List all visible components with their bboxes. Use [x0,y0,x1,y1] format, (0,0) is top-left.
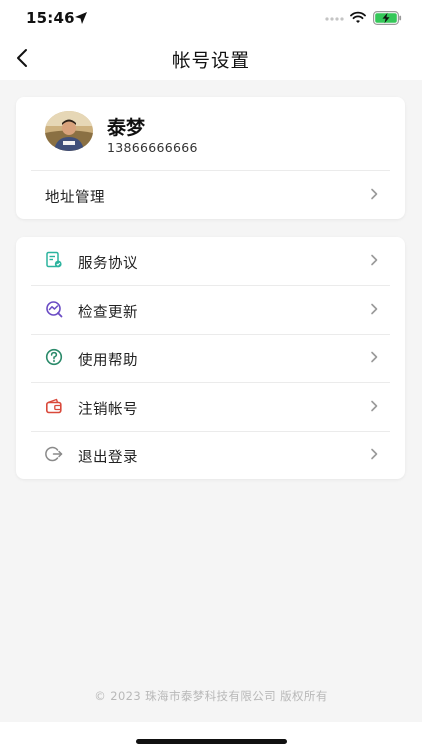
copyright-footer: © 2023 珠海市泰梦科技有限公司 版权所有 [94,689,328,703]
address-management-row[interactable]: 地址管理 [16,171,405,219]
page-title: 帐号设置 [171,51,250,72]
menu-item-help[interactable]: 使用帮助 [16,334,405,382]
chevron-right-icon [371,188,378,200]
chevron-right-icon [371,351,378,363]
menu-item-label: 服务协议 [78,256,138,272]
menu-item-cancel-account[interactable]: 注销帐号 [16,383,405,431]
status-time: 15:46 [26,9,75,27]
location-arrow-icon [75,12,87,24]
user-phone: 13866666666 [107,140,198,155]
menu-item-service-agreement[interactable]: 服务协议 [16,237,405,285]
chevron-right-icon [371,303,378,315]
navigation-bar: 帐号设置 [0,36,422,80]
chevron-right-icon [371,254,378,266]
document-icon [46,251,62,268]
help-circle-icon [45,348,63,366]
bottom-safe-area [0,722,422,750]
menu-item-check-update[interactable]: 检查更新 [16,286,405,334]
chevron-right-icon [371,448,378,460]
avatar[interactable] [45,111,93,151]
settings-menu-card: 服务协议 检查更新 使用帮助 注销帐号 退出登录 [16,237,405,479]
user-avatar-photo [45,111,93,151]
address-management-label: 地址管理 [45,190,105,206]
chevron-right-icon [371,400,378,412]
signal-icon [325,17,344,21]
menu-item-label: 检查更新 [78,305,138,321]
menu-item-logout[interactable]: 退出登录 [16,431,405,479]
menu-item-label: 使用帮助 [78,353,138,369]
logout-icon [45,446,63,462]
battery-charging-icon [373,11,402,25]
menu-item-label: 注销帐号 [78,402,138,418]
update-chart-icon [46,301,63,318]
menu-item-label: 退出登录 [78,450,138,466]
status-bar: 15:46 [0,0,422,36]
wifi-icon [350,11,366,23]
profile-card: 泰梦 13866666666 地址管理 [16,97,405,219]
user-name: 泰梦 [107,117,146,139]
home-indicator[interactable] [136,739,287,744]
wallet-icon [45,398,62,414]
